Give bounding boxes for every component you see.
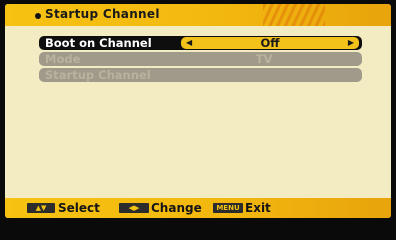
boot-on-channel-selector[interactable]: ◀ Off ▶ <box>181 37 359 49</box>
up-down-arrows-icon: ▲▼ <box>27 203 55 213</box>
footer-bar: ▲▼ Select ◀▶ Change MENU Exit <box>5 198 391 218</box>
header-bar: Startup Channel <box>5 4 391 26</box>
left-right-arrows-icon: ◀▶ <box>119 203 149 213</box>
boot-on-channel-value: Off <box>260 36 280 50</box>
menu-row-label: Startup Channel <box>45 68 151 82</box>
menu-key-icon: MENU <box>213 203 243 213</box>
mode-value: TV <box>255 52 273 66</box>
menu-row-startup-channel[interactable]: Startup Channel <box>39 68 362 82</box>
page-title: Startup Channel <box>45 7 160 21</box>
select-hint: Select <box>58 201 100 215</box>
exit-hint: Exit <box>245 201 271 215</box>
change-hint: Change <box>151 201 202 215</box>
header-stripes <box>263 4 325 26</box>
menu-row-boot-on-channel[interactable]: Boot on Channel ◀ Off ▶ <box>39 36 362 50</box>
osd-screen: Startup Channel Boot on Channel ◀ Off ▶ … <box>5 4 391 218</box>
menu-row-mode[interactable]: Mode TV <box>39 52 362 66</box>
menu-row-label: Boot on Channel <box>45 36 152 50</box>
bullet-icon <box>35 13 41 19</box>
menu-row-label: Mode <box>45 52 81 66</box>
right-arrow-icon[interactable]: ▶ <box>348 37 354 49</box>
